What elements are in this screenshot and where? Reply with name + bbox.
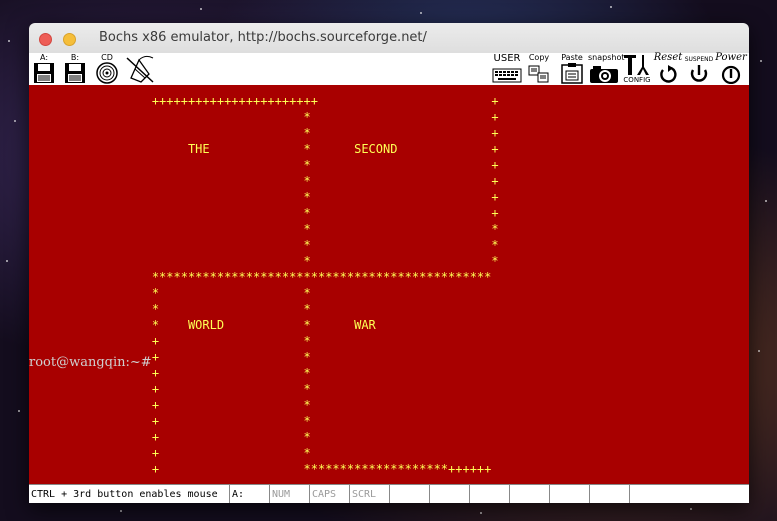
status-scrl: SCRL: [349, 485, 389, 503]
config-icon: [624, 55, 649, 75]
cdrom-button[interactable]: CD: [94, 53, 120, 85]
toolbar: A: B: CD USER Copy Paste snapshot CONFIG…: [29, 53, 749, 86]
mouse-toggle-button[interactable]: [125, 53, 155, 85]
snapshot-label: snapshot: [588, 53, 625, 62]
minimize-button[interactable]: [63, 33, 76, 46]
suspend-button[interactable]: SUSPEND: [683, 53, 715, 85]
shell-prompt: root@wangqin:~#: [29, 355, 152, 370]
status-slot: [469, 485, 509, 503]
floppy-icon: [34, 63, 54, 83]
emulator-screen[interactable]: +++++++++++++++++++++++ + * + * + THE * …: [29, 85, 749, 484]
status-bar: CTRL + 3rd button enables mouse A: NUM C…: [29, 484, 749, 503]
floppy-a-label: A:: [39, 53, 49, 62]
suspend-label: SUSPEND: [684, 56, 714, 63]
power-label: Power: [715, 52, 747, 63]
user-label: USER: [493, 53, 521, 64]
status-slot: [509, 485, 549, 503]
camera-icon: [590, 66, 618, 83]
cdrom-icon: [96, 62, 118, 84]
floppy-b-label: B:: [70, 53, 80, 62]
power-icon: [721, 65, 741, 84]
status-num: NUM: [269, 485, 309, 503]
bochs-window: Bochs x86 emulator, http://bochs.sourcef…: [29, 23, 749, 503]
status-drive: A:: [229, 485, 269, 503]
screen-text: +++++++++++++++++++++++ + * + * + THE * …: [151, 94, 499, 476]
reset-button[interactable]: Reset: [653, 53, 683, 85]
snapshot-button[interactable]: snapshot: [588, 53, 625, 85]
status-slot: [589, 485, 629, 503]
power-button[interactable]: Power: [715, 53, 747, 85]
paste-label: Paste: [561, 53, 583, 62]
copy-button[interactable]: Copy: [526, 53, 552, 85]
copy-label: Copy: [528, 53, 550, 62]
close-button[interactable]: [39, 33, 52, 46]
floppy-b-button[interactable]: B:: [63, 53, 87, 85]
status-caps: CAPS: [309, 485, 349, 503]
title-bar: Bochs x86 emulator, http://bochs.sourcef…: [29, 23, 749, 54]
reset-icon: [660, 65, 677, 83]
cdrom-label: CD: [101, 53, 113, 62]
status-slot: [389, 485, 429, 503]
status-message: CTRL + 3rd button enables mouse: [31, 489, 218, 500]
keyboard-icon: [492, 68, 522, 83]
window-title: Bochs x86 emulator, http://bochs.sourcef…: [99, 30, 427, 45]
floppy-a-button[interactable]: A:: [32, 53, 56, 85]
user-button[interactable]: USER: [492, 53, 522, 85]
mouse-icon: [126, 55, 154, 83]
copy-icon: [528, 65, 549, 83]
reset-label: Reset: [653, 52, 683, 63]
suspend-icon: [690, 65, 708, 82]
status-slot: [549, 485, 589, 503]
config-label: CONFIG: [623, 76, 651, 84]
clipboard-icon: [561, 63, 583, 84]
status-slot: [429, 485, 469, 503]
status-slot: [629, 485, 749, 503]
floppy-icon: [65, 63, 85, 83]
config-button[interactable]: CONFIG: [622, 53, 652, 85]
paste-button[interactable]: Paste: [559, 53, 585, 85]
